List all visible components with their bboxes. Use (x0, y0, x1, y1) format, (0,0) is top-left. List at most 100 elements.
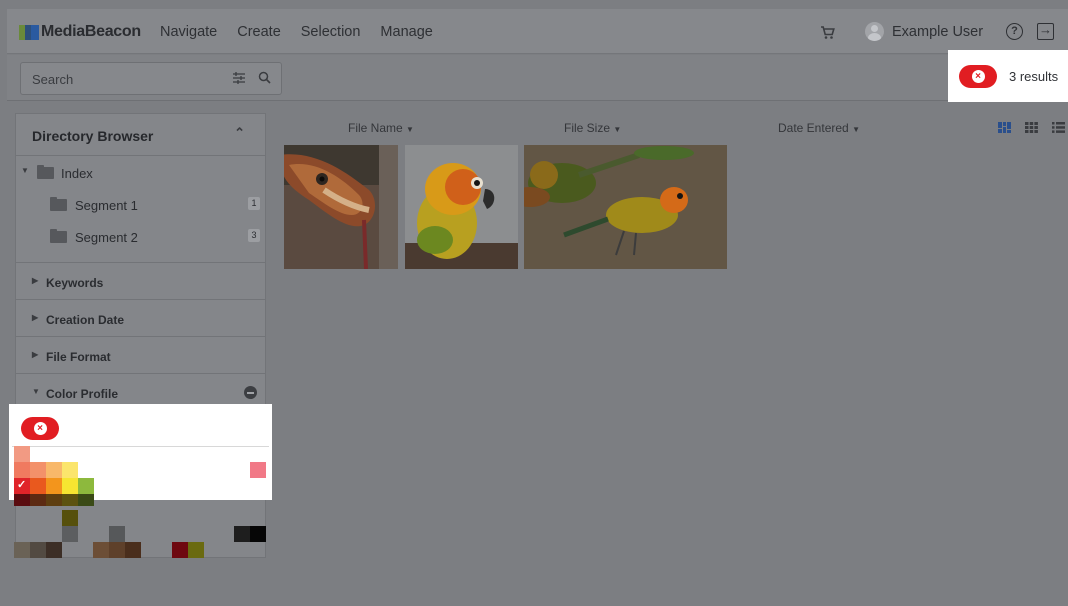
color-swatch[interactable] (30, 478, 46, 494)
facet-label: Creation Date (46, 313, 125, 327)
color-swatch[interactable] (14, 446, 30, 462)
brand-name: MediaBeacon (41, 23, 141, 40)
tree-item-label: Index (61, 166, 93, 181)
brand-logo[interactable]: MediaBeacon (19, 23, 141, 41)
color-swatch[interactable] (14, 542, 30, 558)
folder-icon (37, 165, 54, 179)
column-label: File Name (348, 121, 403, 135)
caret-right-icon: ▶ (32, 350, 39, 359)
folder-icon (50, 229, 67, 243)
list-view-icon[interactable] (1052, 122, 1065, 133)
color-swatch[interactable] (78, 494, 94, 506)
divider (12, 446, 269, 447)
thumbnail-snake[interactable] (284, 145, 398, 269)
color-swatch[interactable] (46, 462, 62, 478)
column-label: Date Entered (778, 121, 849, 135)
tree-item-index[interactable]: ▼ Index (16, 156, 265, 188)
avatar (865, 22, 884, 41)
sort-date-entered[interactable]: Date Entered ▼ (778, 121, 860, 135)
color-swatch-selected[interactable]: ✓ (14, 478, 30, 494)
color-swatch[interactable] (14, 462, 30, 478)
color-swatch[interactable] (109, 526, 125, 542)
sort-file-name[interactable]: File Name ▼ (348, 121, 414, 135)
color-swatch[interactable] (125, 542, 141, 558)
snake-image (284, 145, 398, 269)
count-badge: 1 (248, 197, 260, 210)
color-swatch[interactable] (62, 494, 78, 506)
color-swatch[interactable] (62, 510, 78, 526)
directory-browser-header[interactable]: Directory Browser ⌃ (16, 114, 265, 156)
color-swatch[interactable] (188, 542, 204, 558)
color-swatch[interactable] (46, 478, 62, 494)
sort-file-size[interactable]: File Size ▼ (564, 121, 621, 135)
caret-down-icon: ▼ (406, 125, 414, 134)
help-circle-icon[interactable]: ? (1006, 23, 1023, 40)
results-count: 3 results (1009, 69, 1059, 84)
count-badge: 3 (248, 229, 260, 242)
masonry-view-icon[interactable] (998, 122, 1011, 133)
color-swatch[interactable] (62, 462, 78, 478)
grid-view-icon[interactable] (1025, 122, 1038, 133)
chevron-up-icon[interactable]: ⌃ (234, 125, 245, 141)
facet-creation-date[interactable]: ▶ Creation Date (16, 299, 265, 336)
color-swatch[interactable] (46, 494, 62, 506)
color-swatch[interactable] (250, 526, 266, 542)
check-icon: ✓ (17, 479, 27, 491)
color-swatch[interactable] (234, 526, 250, 542)
main-nav: Navigate Create Selection Manage (160, 24, 433, 40)
color-swatch[interactable] (62, 478, 78, 494)
facet-label: Keywords (46, 276, 104, 290)
nav-manage[interactable]: Manage (380, 24, 432, 40)
color-swatch[interactable] (250, 462, 266, 478)
color-swatch[interactable] (30, 494, 46, 506)
clear-results-button[interactable]: × (959, 65, 997, 88)
tree-item-segment-2[interactable]: Segment 2 3 (16, 220, 265, 252)
view-toggle (998, 122, 1065, 133)
nav-selection[interactable]: Selection (301, 24, 361, 40)
shopping-cart-icon[interactable] (820, 25, 835, 44)
color-swatch[interactable] (14, 494, 30, 506)
thumbnail-parrot[interactable] (405, 145, 518, 269)
user-menu[interactable]: Example User (865, 22, 983, 41)
tree-item-segment-1[interactable]: Segment 1 1 (16, 188, 265, 220)
color-swatch[interactable] (62, 526, 78, 542)
facet-file-format[interactable]: ▶ File Format (16, 336, 265, 373)
logout-icon[interactable] (1037, 22, 1054, 40)
thumbnail-parrots-on-ground[interactable] (524, 145, 727, 269)
close-icon: × (971, 70, 985, 83)
color-swatch[interactable] (93, 542, 109, 558)
search-input[interactable]: Search (20, 62, 282, 95)
caret-right-icon: ▶ (32, 276, 39, 285)
color-swatch[interactable] (172, 542, 188, 558)
color-swatch[interactable] (78, 478, 94, 494)
folder-icon (50, 197, 67, 211)
filter-sliders-icon[interactable] (232, 71, 246, 84)
search-icon[interactable] (258, 71, 271, 84)
search-bar: Search (7, 55, 1068, 101)
caret-right-icon: ▶ (32, 313, 39, 322)
top-bar: MediaBeacon Navigate Create Selection Ma… (7, 9, 1068, 54)
parrots-on-ground-image (524, 145, 727, 269)
caret-down-icon: ▼ (32, 387, 40, 396)
caret-down-icon[interactable]: ▼ (21, 166, 29, 175)
facet-label: File Format (46, 350, 111, 364)
tree-item-label: Segment 1 (75, 198, 138, 213)
user-name: Example User (892, 23, 984, 40)
search-tools (232, 71, 271, 84)
caret-down-icon: ▼ (852, 125, 860, 134)
color-swatch[interactable] (109, 542, 125, 558)
brand-logo-icon (19, 24, 39, 40)
color-swatch[interactable] (30, 542, 46, 558)
nav-create[interactable]: Create (237, 24, 281, 40)
facet-keywords[interactable]: ▶ Keywords (16, 262, 265, 299)
clear-color-filter-button[interactable]: × (21, 417, 59, 440)
color-swatch[interactable] (46, 542, 62, 558)
caret-down-icon: ▼ (613, 125, 622, 134)
close-icon: × (33, 422, 47, 435)
tree-item-label: Segment 2 (75, 230, 138, 245)
parrot-image (405, 145, 518, 269)
remove-facet-icon[interactable] (244, 386, 257, 399)
nav-navigate[interactable]: Navigate (160, 24, 217, 40)
color-swatch[interactable] (30, 462, 46, 478)
search-placeholder: Search (32, 72, 74, 87)
